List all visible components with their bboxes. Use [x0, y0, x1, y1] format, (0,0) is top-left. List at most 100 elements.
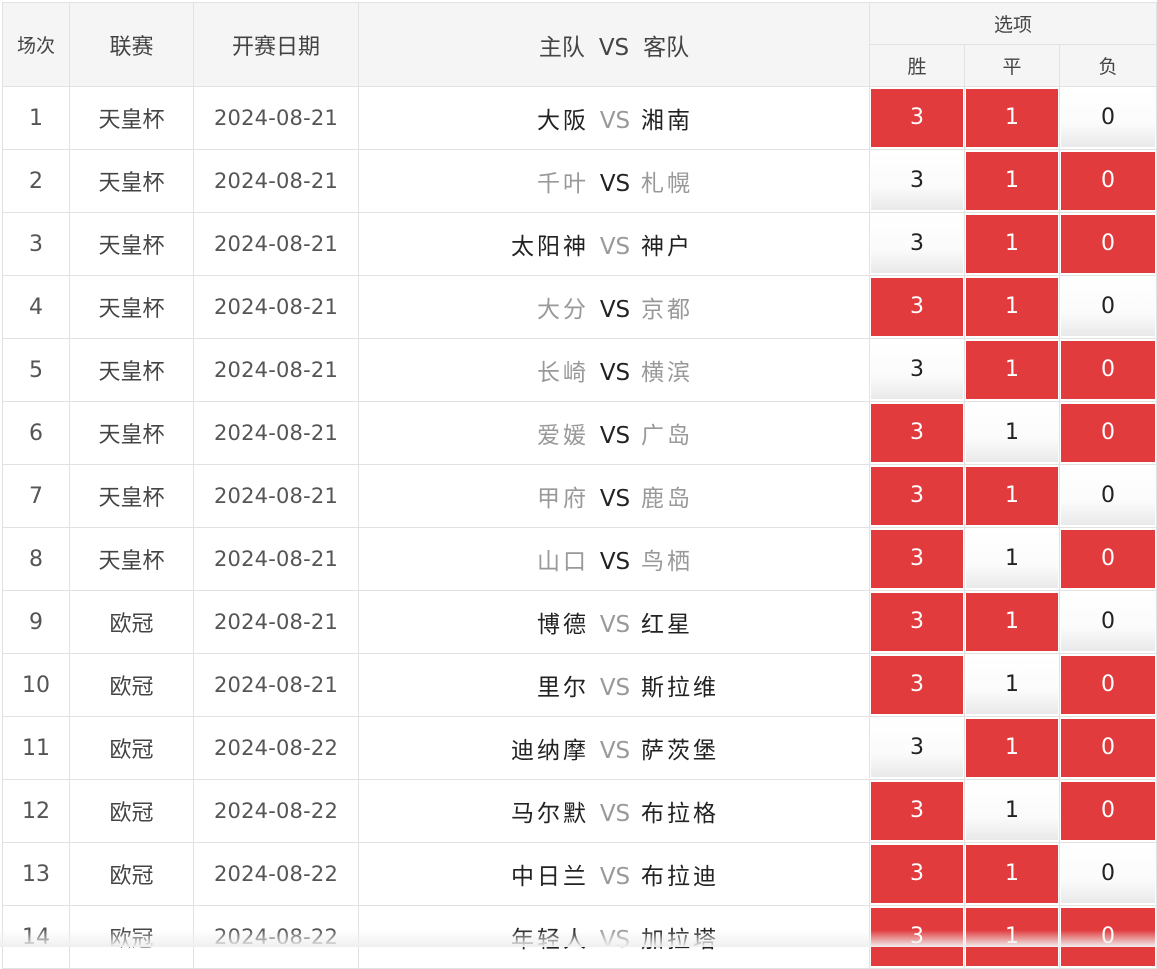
option-lose-button[interactable]: 0	[1061, 782, 1156, 840]
round-cell: 12	[2, 779, 70, 843]
option-lose-button[interactable]: 0	[1061, 593, 1156, 651]
option-draw-button[interactable]: 1	[966, 719, 1058, 777]
date-cell: 2024-08-22	[193, 905, 359, 969]
option-cell-lose: 0	[1058, 716, 1157, 780]
option-win-button[interactable]: 3	[871, 215, 963, 273]
teams-cell: 博德 VS 红星	[358, 590, 870, 654]
table-row: 13 欧冠 2024-08-22 中日兰 VS 布拉迪 3 1 0	[2, 842, 1157, 906]
date-cell: 2024-08-21	[193, 149, 359, 213]
option-cell-lose: 0	[1058, 464, 1157, 528]
option-win-button[interactable]: 3	[871, 656, 963, 714]
option-cell-lose: 0	[1058, 149, 1157, 213]
away-team: 湘南	[641, 108, 693, 134]
option-win-button[interactable]: 3	[871, 341, 963, 399]
away-team: 鸟栖	[641, 549, 693, 575]
table-body: 1 天皇杯 2024-08-21 大阪 VS 湘南 3 1 0 2 天皇杯 2024-08-21 千叶 V…	[2, 86, 1157, 969]
option-draw-button[interactable]: 1	[966, 278, 1058, 336]
teams-cell: 里尔 VS 斯拉维	[358, 653, 870, 717]
option-draw-button[interactable]: 1	[966, 845, 1058, 903]
home-team: 山口	[537, 549, 589, 575]
teams-cell: 甲府 VS 鹿岛	[358, 464, 870, 528]
option-cell-lose: 0	[1058, 86, 1157, 150]
option-cell-win: 3	[869, 842, 965, 906]
teams-cell: 大分 VS 京都	[358, 275, 870, 339]
option-draw-button[interactable]: 1	[966, 89, 1058, 147]
table-row: 7 天皇杯 2024-08-21 甲府 VS 鹿岛 3 1 0	[2, 464, 1157, 528]
option-lose-button[interactable]: 0	[1061, 845, 1156, 903]
date-cell: 2024-08-21	[193, 464, 359, 528]
round-cell: 11	[2, 716, 70, 780]
option-draw-button[interactable]: 1	[966, 215, 1058, 273]
option-lose-button[interactable]: 0	[1061, 89, 1156, 147]
option-lose-button[interactable]: 0	[1061, 467, 1156, 525]
vs-label: VS	[599, 360, 631, 386]
league-cell: 天皇杯	[69, 401, 194, 465]
date-cell: 2024-08-22	[193, 779, 359, 843]
option-win-button[interactable]: 3	[871, 719, 963, 777]
option-lose-button[interactable]: 0	[1061, 530, 1156, 588]
option-lose-button[interactable]: 0	[1061, 278, 1156, 336]
option-draw-button[interactable]: 1	[966, 152, 1058, 210]
option-win-button[interactable]: 3	[871, 593, 963, 651]
option-lose-button[interactable]: 0	[1061, 152, 1156, 210]
option-draw-button[interactable]: 1	[966, 530, 1058, 588]
teams-cell: 马尔默 VS 布拉格	[358, 779, 870, 843]
header-league: 联赛	[69, 2, 194, 87]
option-cell-win: 3	[869, 779, 965, 843]
option-draw-button[interactable]: 1	[966, 341, 1058, 399]
date-cell: 2024-08-22	[193, 842, 359, 906]
table-row: 9 欧冠 2024-08-21 博德 VS 红星 3 1 0	[2, 590, 1157, 654]
option-cell-draw: 1	[964, 842, 1060, 906]
league-cell: 天皇杯	[69, 86, 194, 150]
option-draw-button[interactable]: 1	[966, 782, 1058, 840]
league-cell: 欧冠	[69, 905, 194, 969]
option-cell-win: 3	[869, 464, 965, 528]
option-win-button[interactable]: 3	[871, 530, 963, 588]
option-win-button[interactable]: 3	[871, 278, 963, 336]
option-lose-button[interactable]: 0	[1061, 908, 1156, 966]
option-lose-button[interactable]: 0	[1061, 656, 1156, 714]
table-row: 14 欧冠 2024-08-22 年轻人 VS 加拉塔 3 1 0	[2, 905, 1157, 969]
home-team: 博德	[537, 612, 589, 638]
option-win-button[interactable]: 3	[871, 908, 963, 966]
vs-label: VS	[599, 927, 631, 953]
away-team: 萨茨堡	[641, 738, 719, 764]
option-cell-win: 3	[869, 86, 965, 150]
league-cell: 天皇杯	[69, 275, 194, 339]
header-lose: 负	[1058, 44, 1157, 87]
option-draw-button[interactable]: 1	[966, 656, 1058, 714]
option-lose-button[interactable]: 0	[1061, 404, 1156, 462]
home-team: 甲府	[537, 486, 589, 512]
option-cell-lose: 0	[1058, 842, 1157, 906]
option-draw-button[interactable]: 1	[966, 404, 1058, 462]
teams-cell: 中日兰 VS 布拉迪	[358, 842, 870, 906]
teams-cell: 太阳神 VS 神户	[358, 212, 870, 276]
option-win-button[interactable]: 3	[871, 152, 963, 210]
option-cell-lose: 0	[1058, 338, 1157, 402]
option-cell-lose: 0	[1058, 905, 1157, 969]
option-cell-draw: 1	[964, 527, 1060, 591]
option-win-button[interactable]: 3	[871, 782, 963, 840]
option-draw-button[interactable]: 1	[966, 467, 1058, 525]
option-cell-lose: 0	[1058, 401, 1157, 465]
option-cell-win: 3	[869, 653, 965, 717]
vs-label: VS	[599, 864, 631, 890]
away-team: 红星	[641, 612, 693, 638]
option-win-button[interactable]: 3	[871, 467, 963, 525]
home-team: 千叶	[537, 171, 589, 197]
option-draw-button[interactable]: 1	[966, 908, 1058, 966]
header-home: 主队	[538, 34, 585, 61]
league-cell: 天皇杯	[69, 527, 194, 591]
teams-cell: 大阪 VS 湘南	[358, 86, 870, 150]
option-win-button[interactable]: 3	[871, 845, 963, 903]
option-lose-button[interactable]: 0	[1061, 215, 1156, 273]
home-team: 大阪	[537, 108, 589, 134]
option-cell-draw: 1	[964, 275, 1060, 339]
home-team: 里尔	[537, 675, 589, 701]
option-lose-button[interactable]: 0	[1061, 719, 1156, 777]
option-lose-button[interactable]: 0	[1061, 341, 1156, 399]
league-cell: 天皇杯	[69, 149, 194, 213]
option-draw-button[interactable]: 1	[966, 593, 1058, 651]
option-win-button[interactable]: 3	[871, 89, 963, 147]
option-win-button[interactable]: 3	[871, 404, 963, 462]
